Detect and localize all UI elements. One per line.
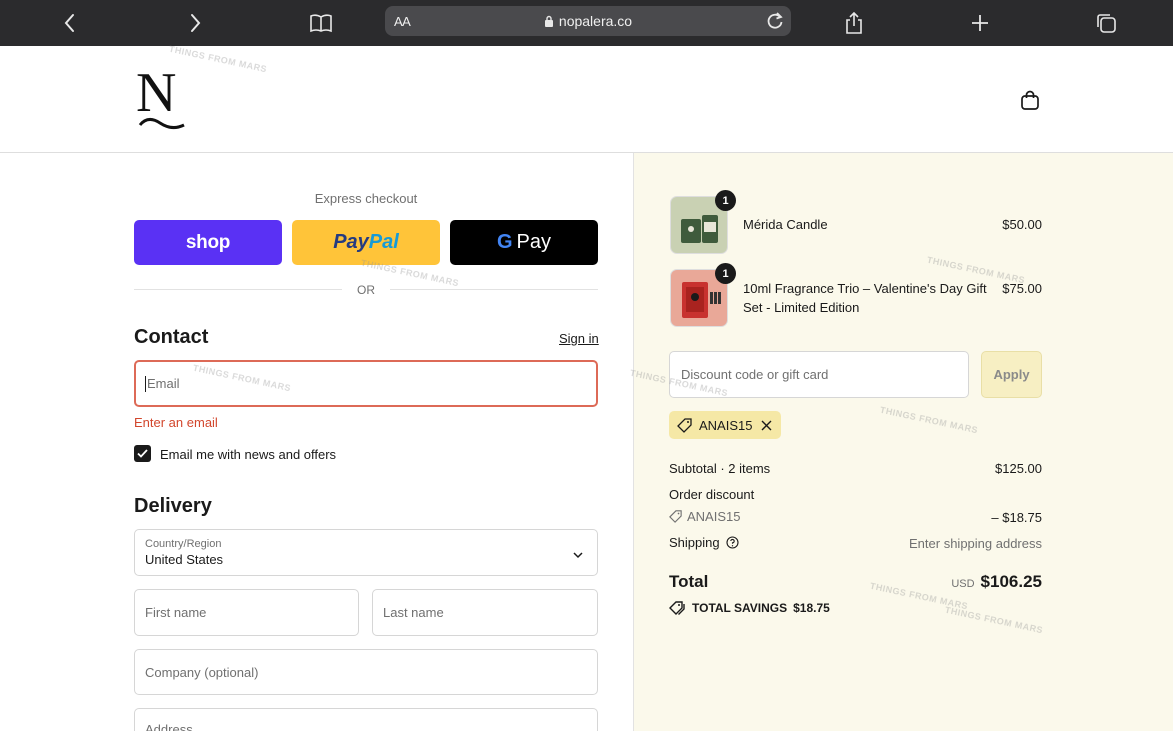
bookmarks-icon[interactable] [306,8,336,38]
text-cursor [145,375,146,392]
discount-field[interactable] [669,351,969,398]
apply-button[interactable]: Apply [981,351,1042,398]
item-price: $75.00 [1002,281,1042,296]
paypal-button[interactable]: Pay Pal [292,220,440,265]
sign-in-link[interactable]: Sign in [559,331,599,346]
savings-value: $18.75 [793,601,830,615]
discount-code-row: ANAIS15 [669,509,740,524]
order-discount-label: Order discount [669,487,755,502]
watermark: THINGS FROM MARS [879,404,979,436]
total-currency: USD [951,578,975,590]
address-bar[interactable]: AA nopalera.co [385,6,791,36]
address-field[interactable] [134,708,598,731]
savings-label: TOTAL SAVINGS [692,601,788,615]
quantity-badge: 1 [715,190,736,211]
total-label: Total [669,572,709,591]
express-checkout-label: Express checkout [314,191,418,206]
subtotal-value: $125.00 [995,461,1042,476]
order-summary: 1 Mérida Candle $50.00 1 10ml Fragrance … [629,153,1173,731]
nopalera-logo[interactable]: N [134,62,190,133]
contact-heading: Contact [134,326,209,348]
forward-icon[interactable] [180,8,210,38]
checkout-form: Express checkout shop Pay Pal G Pay OR Con… [0,153,633,731]
item-price: $50.00 [1002,217,1042,232]
shop-pay-button[interactable]: shop [134,220,282,265]
tabs-icon[interactable] [1091,8,1121,38]
company-field[interactable] [134,649,598,695]
quantity-badge: 1 [715,263,736,284]
or-separator: OR [342,283,390,297]
discount-value: – $18.75 [991,510,1042,525]
google-pay-button[interactable]: G Pay [450,220,598,265]
tags-icon [669,601,685,615]
total-amount: USD $106.25 [951,572,1042,592]
new-tab-icon[interactable] [965,8,995,38]
total-savings: TOTAL SAVINGS $18.75 [669,601,830,615]
google-pay-label: Pay [516,231,552,253]
newsletter-checkbox[interactable] [134,445,151,462]
applied-discount-tag: ANAIS15 [669,411,782,439]
first-name-field[interactable] [134,589,359,636]
total-value: $106.25 [980,572,1042,591]
newsletter-label: Email me with news and offers [160,447,337,462]
shipping-row: Shipping [669,535,739,550]
country-label: Country/Region [145,538,222,550]
tag-icon [677,417,692,433]
item-name: 10ml Fragrance Trio – Valentine's Day Gi… [743,281,987,315]
remove-discount-icon[interactable] [761,420,772,431]
lock-icon [544,14,554,30]
email-input[interactable] [147,376,587,391]
applied-code: ANAIS15 [699,417,753,433]
watermark: THINGS FROM MARS [944,604,1044,636]
google-g-icon: G [496,231,513,253]
check-icon [137,449,148,458]
discount-code: ANAIS15 [687,509,741,524]
delivery-heading: Delivery [134,495,212,517]
item-name: Mérida Candle [743,217,828,232]
email-error: Enter an email [134,415,218,430]
company-input[interactable] [145,664,587,680]
svg-text:N: N [136,63,176,124]
discount-input[interactable] [681,367,957,382]
country-select[interactable]: Country/Region United States [134,529,598,576]
first-name-input[interactable] [145,605,348,620]
browser-toolbar: AA nopalera.co [0,0,1173,46]
address-input[interactable] [145,722,587,731]
subtotal-label: Subtotal · 2 items [669,461,771,476]
last-name-field[interactable] [372,589,598,636]
cart-icon[interactable] [1019,89,1041,111]
email-field[interactable] [134,360,598,407]
share-icon[interactable] [839,8,869,38]
paypal-label-part1: Pay [333,231,369,253]
shipping-value: Enter shipping address [909,536,1042,551]
tag-icon [669,510,682,523]
site-header: N THINGS FROM MARS [0,44,1173,153]
last-name-input[interactable] [383,605,587,620]
paypal-label-part2: Pal [368,231,399,253]
shipping-label: Shipping [669,535,720,550]
chevron-down-icon [573,546,583,564]
reload-icon[interactable] [765,11,785,36]
back-icon[interactable] [55,8,85,38]
url-text: nopalera.co [558,13,633,29]
country-value: United States [145,552,224,567]
help-icon[interactable] [726,536,739,549]
